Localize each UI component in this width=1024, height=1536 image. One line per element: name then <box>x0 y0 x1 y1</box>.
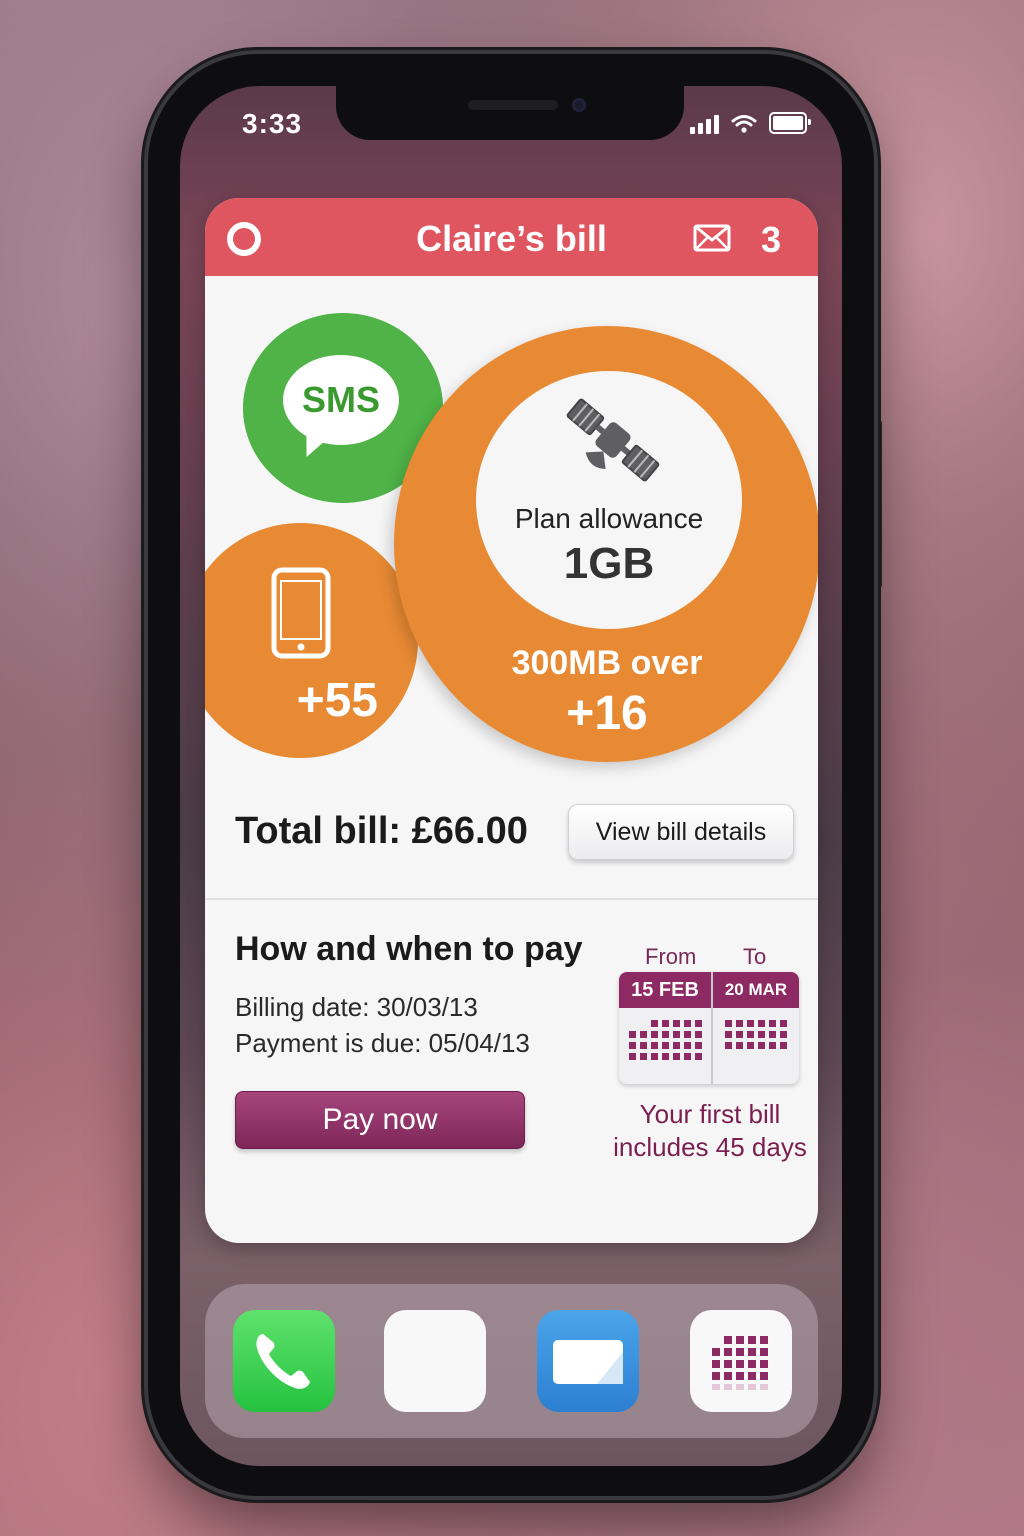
message-count: 3 <box>761 219 782 260</box>
payment-due-date: Payment is due: 05/04/13 <box>235 1028 530 1058</box>
sms-speech-icon: SMS <box>283 355 399 445</box>
data-over-label: 300MB over <box>511 644 703 682</box>
data-usage-bubble[interactable]: Plan allowance 1GB 300MB over +16 <box>394 326 818 762</box>
speaker <box>468 100 558 110</box>
mail-app-icon[interactable] <box>537 1310 639 1412</box>
mail-icon[interactable] <box>693 224 731 252</box>
mobile-phone-icon <box>271 567 331 659</box>
battery-icon <box>769 112 811 134</box>
total-bill: Total bill: £66.00 <box>235 810 528 852</box>
camera <box>572 98 586 112</box>
status-icons <box>690 112 811 134</box>
wifi-icon <box>731 115 757 133</box>
pay-now-button[interactable]: Pay now <box>235 1091 525 1149</box>
section-divider <box>205 898 818 900</box>
grid-app-icon[interactable] <box>690 1310 792 1412</box>
calendar-days-grid-left <box>629 1020 702 1060</box>
view-bill-details-button[interactable]: View bill details <box>568 804 794 860</box>
envelope-icon <box>553 1340 623 1384</box>
calendar-from-date: 15 FEB <box>619 972 711 1008</box>
notch <box>336 86 684 140</box>
first-bill-note: Your first bill includes 45 days <box>613 1099 807 1162</box>
sms-label: SMS <box>301 379 380 420</box>
calls-value: +55 <box>296 674 378 727</box>
billing-period-calendar-icon: 15 FEB 20 MAR <box>619 972 799 1084</box>
calendar-from-label: From <box>645 944 697 969</box>
plan-allowance-value: 1GB <box>563 539 655 588</box>
plan-allowance-label: Plan allowance <box>514 503 704 534</box>
plan-allowance-circle: Plan allowance 1GB <box>476 371 742 629</box>
pay-section-title: How and when to pay <box>235 930 583 968</box>
calls-usage-bubble[interactable]: +55 <box>205 523 418 758</box>
phone-app-icon[interactable] <box>233 1310 335 1412</box>
status-time: 3:33 <box>242 108 303 139</box>
calendar-grid-icon <box>712 1336 768 1390</box>
power-button <box>874 420 882 588</box>
data-over-value: +16 <box>566 687 648 740</box>
blank-app-icon[interactable] <box>384 1310 486 1412</box>
signal-icon <box>690 112 719 134</box>
phone-handset-icon <box>256 1334 310 1389</box>
satellite-icon <box>566 398 660 482</box>
calendar-to-date: 20 MAR <box>713 972 799 1008</box>
bill-card: Claire’s bill 3 SMS +55 Plan allowance 1… <box>205 198 818 1243</box>
billing-date: Billing date: 30/03/13 <box>235 992 478 1022</box>
calendar-to-label: To <box>743 944 767 969</box>
card-header: Claire’s bill 3 <box>205 198 818 276</box>
calendar-days-grid-right <box>725 1020 787 1049</box>
calendar-separator <box>711 972 713 1084</box>
